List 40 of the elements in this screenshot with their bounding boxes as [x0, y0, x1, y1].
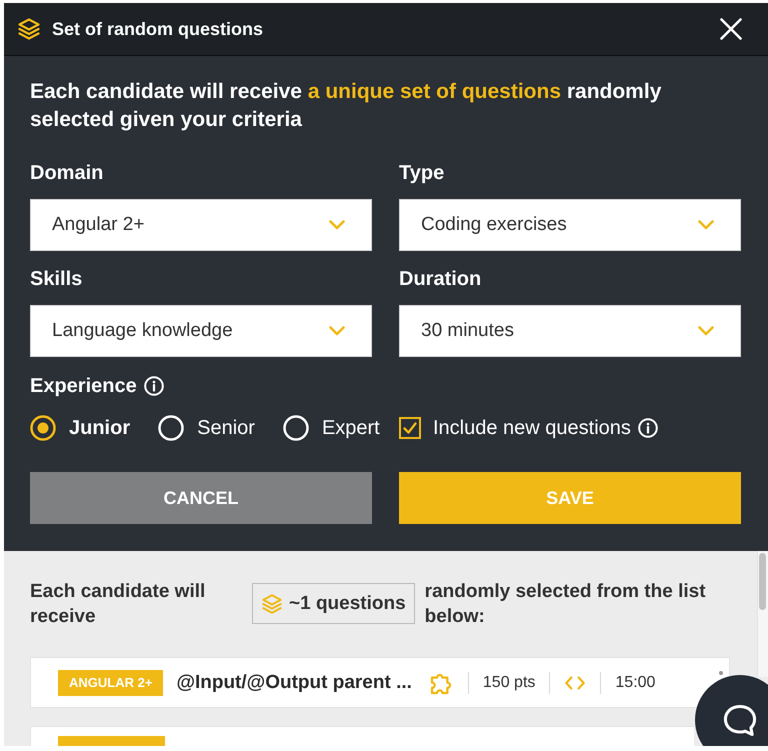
intro-text: Each candidate will receive a unique set of questions randomly selected given your criteria	[30, 79, 662, 133]
chevron-down-icon	[329, 220, 345, 230]
time-text: 15:00	[615, 674, 656, 692]
radio-label[interactable]: Expert	[322, 416, 380, 440]
radio-label[interactable]: Junior	[69, 416, 130, 440]
close-icon[interactable]	[720, 18, 742, 40]
chevron-down-icon	[698, 220, 714, 230]
field-label: Duration	[399, 267, 482, 291]
checkbox-label[interactable]: Include new questions	[433, 416, 631, 440]
field-label: Skills	[30, 267, 84, 291]
info-icon[interactable]	[144, 376, 164, 396]
chevron-down-icon	[329, 326, 345, 336]
code-icon	[564, 674, 586, 690]
dialog-title: Set of random questions	[52, 18, 264, 40]
dot-icon	[719, 671, 723, 675]
info-icon[interactable]	[638, 418, 658, 438]
scrollbar-thumb[interactable]	[759, 553, 766, 610]
scrollbar[interactable]	[757, 551, 768, 677]
dropdown[interactable]: 30 minutes	[399, 305, 741, 357]
layers-icon	[261, 592, 283, 614]
question-count-text: ~1 questions	[289, 592, 406, 614]
dropdown[interactable]: Coding exercises	[399, 199, 741, 251]
summary-text: Each candidate will receive	[30, 580, 206, 629]
summary-text: randomly selected from the list below:	[424, 580, 707, 629]
field-label: Domain	[30, 161, 104, 185]
question-card[interactable]: ANGULAR 2+ @Input/@Output parent ... 150 pts 15:00	[30, 657, 730, 708]
checkbox[interactable]	[399, 417, 421, 439]
dropdown[interactable]: Language knowledge	[30, 305, 372, 357]
field-label: Type	[399, 161, 446, 185]
radio-button[interactable]	[30, 415, 56, 441]
points-text: 150 pts	[482, 674, 536, 692]
layers-icon	[17, 17, 41, 41]
radio-label[interactable]: Senior	[197, 416, 255, 440]
chevron-down-icon	[698, 326, 714, 336]
question-title: @Input/@Output parent ...	[176, 672, 412, 694]
chat-icon	[723, 704, 757, 736]
cancel-button[interactable]: CANCEL	[30, 472, 372, 524]
field-label: Experience	[30, 374, 137, 398]
domain-tag: ANGULAR 2+	[58, 670, 164, 696]
dropdown[interactable]: Angular 2+	[30, 199, 372, 251]
